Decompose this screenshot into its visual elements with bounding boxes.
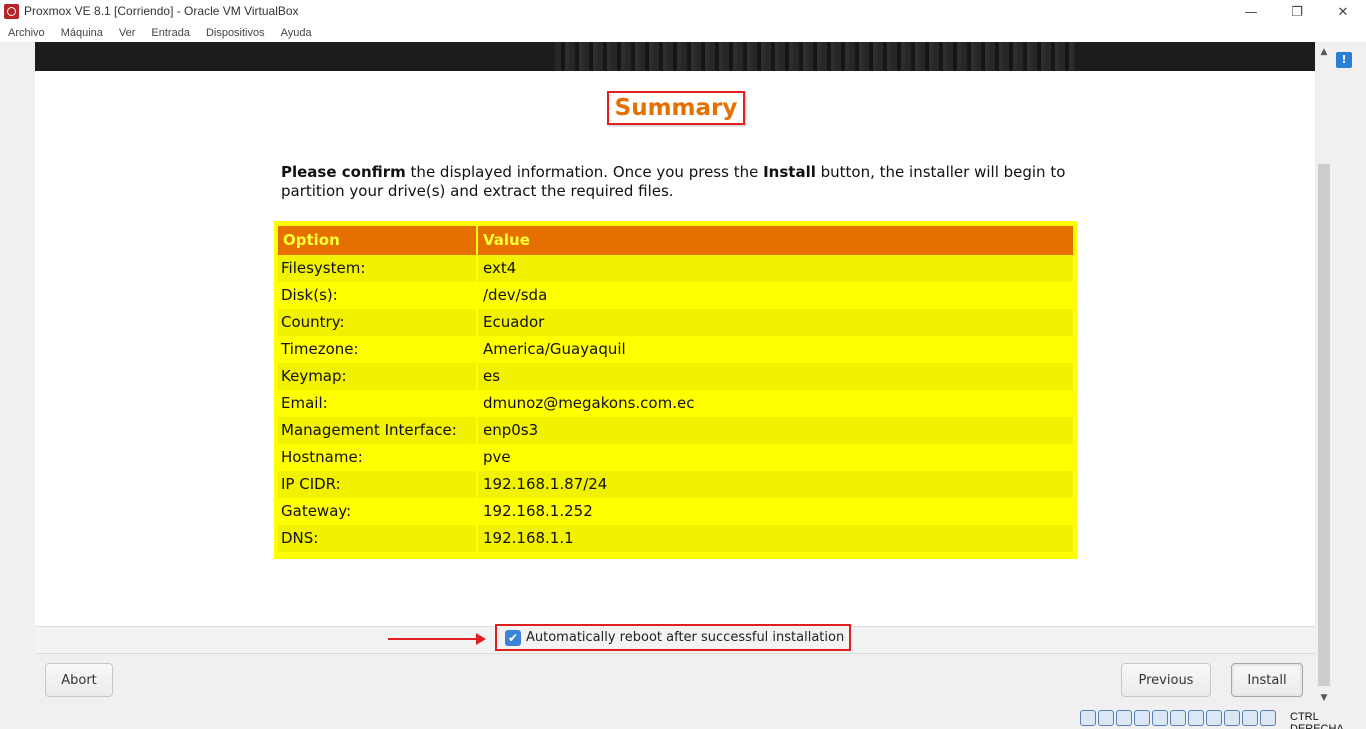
option-cell: DNS: — [278, 525, 478, 552]
optical-icon[interactable] — [1098, 710, 1114, 726]
value-cell: ext4 — [483, 259, 517, 277]
notification-icon[interactable]: ! — [1336, 52, 1352, 68]
intro-text-1: the displayed information. Once you pres… — [405, 163, 764, 181]
table-row: Timezone: America/Guayaquil — [278, 336, 1073, 363]
cpu-icon[interactable] — [1224, 710, 1240, 726]
menu-ver[interactable]: Ver — [119, 24, 136, 42]
table-header: Option Value — [278, 226, 1073, 255]
reboot-checkbox[interactable]: ✔ — [505, 629, 521, 646]
column-header-value: Value — [483, 231, 530, 249]
value-cell: 192.168.1.252 — [483, 502, 593, 520]
table-row: IP CIDR: 192.168.1.87/24 — [278, 471, 1073, 498]
value-cell: dmunoz@megakons.com.ec — [483, 394, 695, 412]
option-cell: Email: — [278, 390, 478, 417]
abort-button[interactable]: Abort — [45, 663, 113, 697]
usb-icon[interactable] — [1152, 710, 1168, 726]
status-bar: CTRL DERECHA — [0, 707, 1366, 729]
status-icons — [1080, 710, 1278, 726]
scroll-up-icon[interactable]: ▲ — [1316, 44, 1332, 60]
option-cell: Keymap: — [278, 363, 478, 390]
mouse-integration-icon[interactable] — [1242, 710, 1258, 726]
option-cell: Management Interface: — [278, 417, 478, 444]
menu-archivo[interactable]: Archivo — [8, 24, 45, 42]
value-cell: 192.168.1.87/24 — [483, 475, 608, 493]
button-bar: Abort Previous Install — [35, 654, 1315, 707]
option-cell: Country: — [278, 309, 478, 336]
window-title: Proxmox VE 8.1 [Corriendo] - Oracle VM V… — [24, 4, 299, 18]
table-row: Keymap: es — [278, 363, 1073, 390]
confirm-instructions: Please confirm the displayed information… — [281, 163, 1071, 201]
title-bar: Proxmox VE 8.1 [Corriendo] - Oracle VM V… — [0, 0, 1366, 24]
menu-maquina[interactable]: Máquina — [61, 24, 103, 42]
display-icon[interactable] — [1188, 710, 1204, 726]
menu-bar: Archivo Máquina Ver Entrada Dispositivos… — [0, 24, 1366, 42]
table-row: Management Interface: enp0s3 — [278, 417, 1073, 444]
value-cell: enp0s3 — [483, 421, 539, 439]
host-key-label: CTRL DERECHA — [1290, 711, 1344, 729]
annotation-arrow — [388, 633, 486, 645]
menu-dispositivos[interactable]: Dispositivos — [206, 24, 265, 42]
install-button[interactable]: Install — [1231, 663, 1303, 697]
menu-ayuda[interactable]: Ayuda — [281, 24, 312, 42]
option-cell: Disk(s): — [278, 282, 478, 309]
previous-button[interactable]: Previous — [1121, 663, 1211, 697]
keyboard-icon[interactable] — [1260, 710, 1276, 726]
table-body: Filesystem: ext4 Disk(s): /dev/sda Country: E… — [278, 255, 1073, 552]
scroll-thumb[interactable] — [1318, 164, 1330, 686]
virtualbox-window: Proxmox VE 8.1 [Corriendo] - Oracle VM V… — [0, 0, 1366, 729]
table-row: Hostname: pve — [278, 444, 1073, 471]
hdd-icon[interactable] — [1080, 710, 1096, 726]
shared-folder-icon[interactable] — [1170, 710, 1186, 726]
close-button[interactable]: ✕ — [1320, 0, 1366, 24]
value-cell: Ecuador — [483, 313, 545, 331]
option-cell: IP CIDR: — [278, 471, 478, 498]
table-row: DNS: 192.168.1.1 — [278, 525, 1073, 552]
installer-content: Summary Please confirm the displayed inf… — [35, 71, 1315, 626]
vm-display: Summary Please confirm the displayed inf… — [0, 42, 1366, 707]
minimize-button[interactable]: — — [1228, 0, 1274, 24]
recording-icon[interactable] — [1206, 710, 1222, 726]
audio-icon[interactable] — [1116, 710, 1132, 726]
page-title: Summary — [607, 91, 745, 125]
virtualbox-app-icon — [4, 4, 19, 19]
menu-entrada[interactable]: Entrada — [151, 24, 190, 42]
table-row: Filesystem: ext4 — [278, 255, 1073, 282]
table-row: Country: Ecuador — [278, 309, 1073, 336]
reboot-bar: ✔ Automatically reboot after successful … — [35, 624, 1315, 654]
table-row: Email: dmunoz@megakons.com.ec — [278, 390, 1073, 417]
intro-bold-install: Install — [763, 163, 816, 181]
scroll-down-icon[interactable]: ▼ — [1316, 690, 1332, 706]
option-cell: Filesystem: — [278, 255, 478, 282]
vertical-scrollbar[interactable]: ▲ ▼ — [1316, 42, 1332, 707]
network-icon[interactable] — [1134, 710, 1150, 726]
value-cell: America/Guayaquil — [483, 340, 626, 358]
reboot-label: Automatically reboot after successful in… — [526, 630, 845, 645]
reboot-option[interactable]: ✔ Automatically reboot after successful … — [495, 624, 851, 651]
value-cell: /dev/sda — [483, 286, 548, 304]
restore-button[interactable]: ❐ — [1274, 0, 1320, 24]
intro-bold-confirm: Please confirm — [281, 163, 406, 181]
value-cell: pve — [483, 448, 511, 466]
table-row: Gateway: 192.168.1.252 — [278, 498, 1073, 525]
column-header-option: Option — [278, 226, 478, 255]
value-cell: 192.168.1.1 — [483, 529, 574, 547]
summary-table: Option Value Filesystem: ext4 Disk(s): /dev… — [274, 221, 1077, 559]
option-cell: Hostname: — [278, 444, 478, 471]
proxmox-banner — [35, 42, 1315, 71]
table-row: Disk(s): /dev/sda — [278, 282, 1073, 309]
value-cell: es — [483, 367, 501, 385]
option-cell: Gateway: — [278, 498, 478, 525]
option-cell: Timezone: — [278, 336, 478, 363]
